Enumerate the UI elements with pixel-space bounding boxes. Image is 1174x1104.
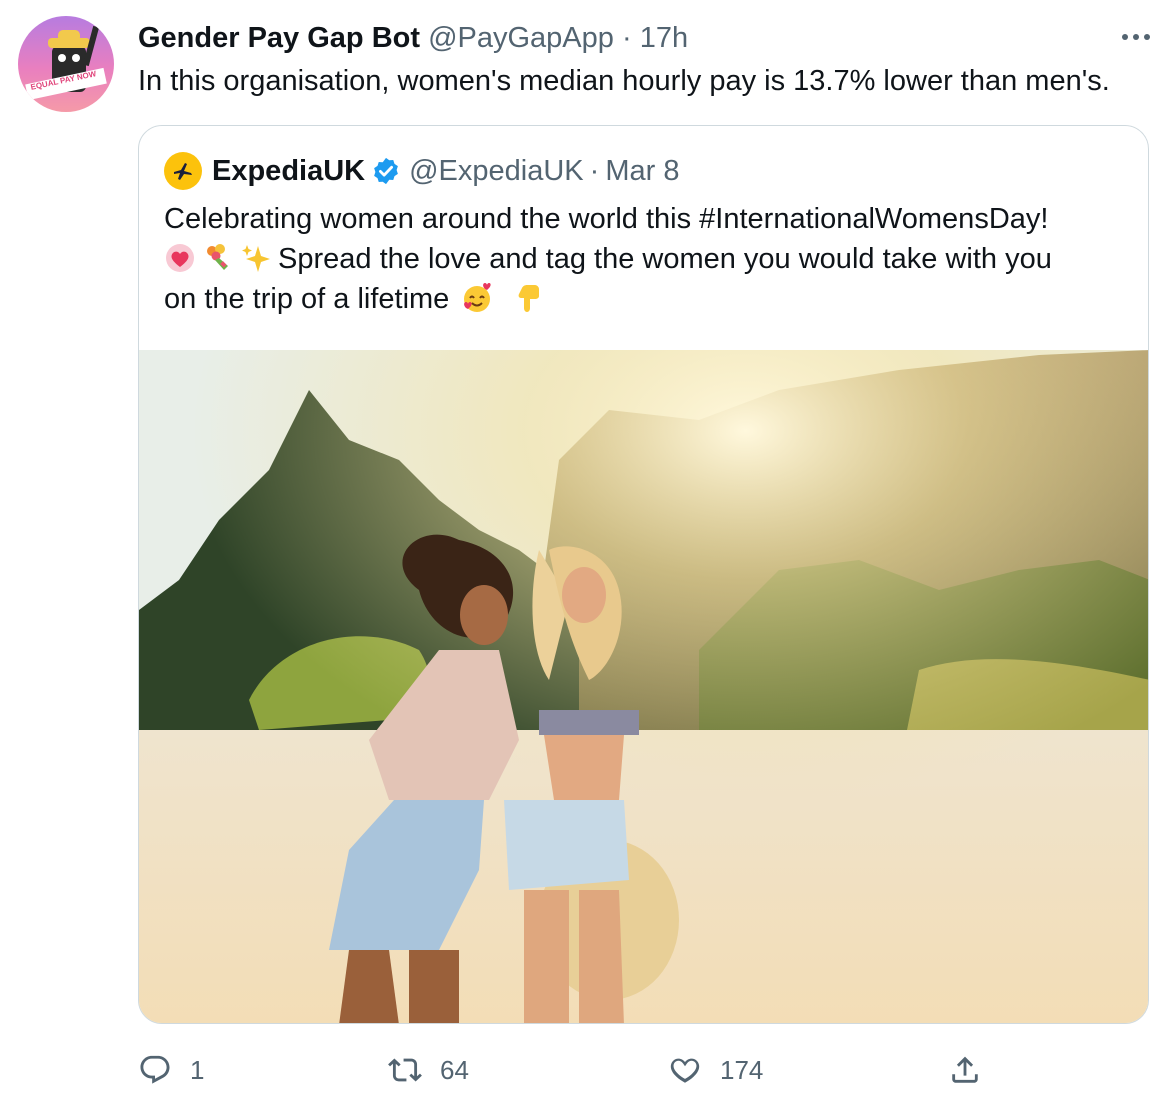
quoted-date[interactable]: Mar 8 (605, 155, 679, 188)
sparkles-icon (242, 245, 270, 272)
heart-icon (166, 244, 194, 272)
quoted-text-line-3-text: on the trip of a lifetime (164, 283, 450, 315)
tweet-text: In this organisation, women's median hou… (138, 65, 1110, 97)
author-avatar[interactable] (18, 16, 114, 112)
share-button[interactable] (948, 1046, 1000, 1094)
quoted-header: ExpediaUK @ExpediaUK · Mar 8 (164, 152, 679, 190)
retweet-count: 64 (440, 1054, 469, 1085)
retweet-icon (388, 1058, 422, 1082)
quoted-separator: · (589, 154, 600, 187)
meta-separator: · (621, 22, 632, 54)
action-bar: 1 64 174 (138, 1046, 998, 1094)
more-options-icon[interactable] (1118, 22, 1154, 52)
verified-badge-icon (374, 157, 398, 185)
pointing-down-icon (519, 285, 540, 312)
share-icon (952, 1056, 978, 1083)
quoted-handle[interactable]: @ExpediaUK (409, 155, 584, 188)
quoted-text-line-2: Spread the love and tag the women you wo… (164, 239, 1124, 279)
retweet-button[interactable]: 64 (388, 1046, 469, 1094)
author-name[interactable]: Gender Pay Gap Bot (138, 22, 420, 54)
tweet-time[interactable]: 17h (640, 22, 688, 54)
like-count: 174 (720, 1054, 764, 1085)
tweet-header: Gender Pay Gap Bot @PayGapApp · 17h (138, 20, 688, 56)
quoted-tweet[interactable]: ExpediaUK @ExpediaUK · Mar 8 Celebrating… (138, 125, 1149, 1024)
smiling-face-with-hearts-icon (464, 283, 492, 312)
like-button[interactable]: 174 (668, 1046, 763, 1094)
reply-count: 1 (190, 1054, 205, 1085)
quoted-text-line-2-text: Spread the love and tag the women you wo… (278, 243, 1052, 275)
quoted-text: Celebrating women around the world this … (164, 199, 1124, 319)
reply-icon (140, 1055, 170, 1084)
bouquet-icon (207, 244, 228, 270)
reply-button[interactable]: 1 (138, 1046, 204, 1094)
quoted-author-name[interactable]: ExpediaUK (212, 155, 365, 188)
expedia-logo-icon[interactable] (164, 152, 202, 190)
author-handle[interactable]: @PayGapApp (428, 22, 614, 54)
like-heart-icon (670, 1058, 700, 1083)
quoted-text-line-3: on the trip of a lifetime (164, 279, 1124, 319)
quoted-text-line-1: Celebrating women around the world this … (164, 203, 1049, 235)
quoted-image[interactable] (139, 350, 1148, 1023)
